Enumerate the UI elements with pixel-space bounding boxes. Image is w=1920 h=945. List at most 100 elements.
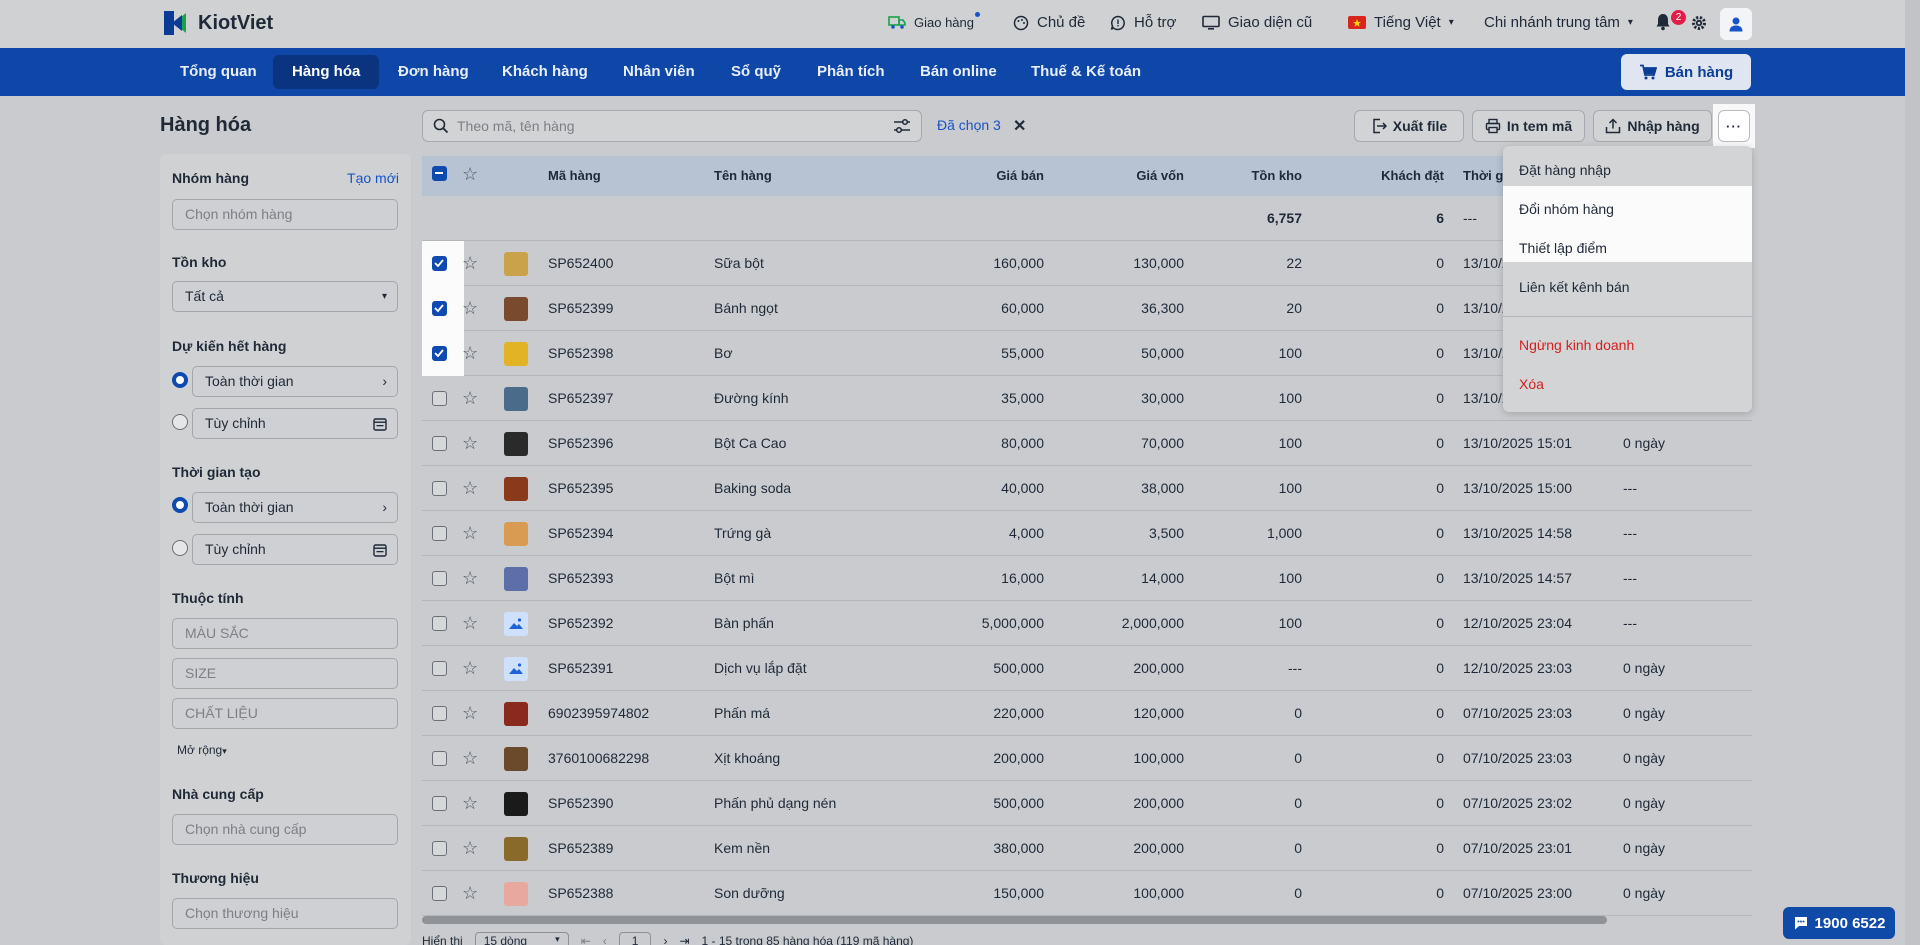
branch-select[interactable]: Chi nhánh trung tâm ▾ <box>1484 14 1633 31</box>
header-stock[interactable]: Tồn kho <box>1202 168 1302 183</box>
prev-page-icon[interactable]: ‹ <box>603 934 607 945</box>
nav-item-orders[interactable]: Đơn hàng <box>379 55 488 89</box>
select-all-checkbox[interactable] <box>432 166 447 181</box>
favorite-star-icon[interactable]: ☆ <box>462 253 478 273</box>
header-price[interactable]: Giá bán <box>944 168 1044 183</box>
row-checkbox[interactable] <box>432 391 447 406</box>
row-checkbox[interactable] <box>432 841 447 856</box>
created-all-radio[interactable] <box>172 497 188 513</box>
print-barcode-button[interactable]: In tem mã <box>1472 110 1585 142</box>
table-row[interactable]: ☆ SP652389 Kem nền 380,000 200,000 0 0 07/10/20… <box>422 826 1752 871</box>
sell-button[interactable]: Bán hàng <box>1621 54 1751 90</box>
expand-attributes-link[interactable]: Mở rộng▾ <box>177 743 227 757</box>
import-button[interactable]: Nhập hàng <box>1593 110 1712 142</box>
notification-button[interactable] <box>1655 13 1671 31</box>
horizontal-scrollbar[interactable] <box>422 916 1607 924</box>
filter-sliders-icon[interactable] <box>893 118 911 134</box>
clear-selection-icon[interactable]: ✕ <box>1013 116 1026 136</box>
delivery-link[interactable]: Giao hàng <box>888 12 980 30</box>
logo[interactable]: KiotViet <box>160 7 273 39</box>
menu-item-change-group[interactable]: Đổi nhóm hàng <box>1519 201 1614 217</box>
row-checkbox[interactable] <box>432 886 447 901</box>
selected-count[interactable]: Đã chọn 3 <box>937 117 1001 133</box>
row-checkbox[interactable] <box>432 256 447 271</box>
brand-select[interactable]: Chọn thương hiệu <box>172 898 398 929</box>
export-button[interactable]: Xuất file <box>1354 110 1464 142</box>
stock-select[interactable]: Tất cả ▾ <box>172 281 398 312</box>
menu-item-link-channel[interactable]: Liên kết kênh bán <box>1519 279 1630 295</box>
favorite-star-icon[interactable]: ☆ <box>462 613 478 633</box>
expected-all-radio[interactable] <box>172 372 188 388</box>
favorite-star-icon[interactable]: ☆ <box>462 298 478 318</box>
supplier-select[interactable]: Chọn nhà cung cấp <box>172 814 398 845</box>
table-row[interactable]: ☆ SP652390 Phấn phủ dạng nén 500,000 200,000… <box>422 781 1752 826</box>
table-row[interactable]: ☆ SP652394 Trứng gà 4,000 3,500 1,000 0 13/10/2… <box>422 511 1752 556</box>
row-checkbox[interactable] <box>432 301 447 316</box>
row-checkbox[interactable] <box>432 706 447 721</box>
favorite-star-icon[interactable]: ☆ <box>462 433 478 453</box>
menu-item-purchase-order[interactable]: Đặt hàng nhập <box>1519 162 1611 178</box>
nav-item-products[interactable]: Hàng hóa <box>273 55 380 89</box>
favorite-star-icon[interactable]: ☆ <box>462 703 478 723</box>
attr-material-input[interactable]: CHẤT LIỆU <box>172 698 398 729</box>
row-checkbox[interactable] <box>432 436 447 451</box>
group-select[interactable]: Chọn nhóm hàng <box>172 199 398 230</box>
favorite-star-icon[interactable]: ☆ <box>462 838 478 858</box>
theme-link[interactable]: Chủ đề <box>1013 14 1085 31</box>
page-size-select[interactable]: 15 dòng ▾ <box>474 932 569 945</box>
row-checkbox[interactable] <box>432 481 447 496</box>
row-checkbox[interactable] <box>432 751 447 766</box>
row-checkbox[interactable] <box>432 571 447 586</box>
table-row[interactable]: ☆ SP652396 Bột Ca Cao 80,000 70,000 100 0 13/10… <box>422 421 1752 466</box>
current-page-input[interactable]: 1 <box>618 932 652 945</box>
hotline-button[interactable]: 1900 6522 <box>1783 907 1895 939</box>
favorite-star-icon[interactable]: ☆ <box>462 568 478 588</box>
settings-button[interactable] <box>1691 15 1707 31</box>
created-custom-range[interactable]: Tùy chỉnh <box>192 534 398 565</box>
table-row[interactable]: ☆ SP652388 Son dưỡng 150,000 100,000 0 0 07/10/… <box>422 871 1752 916</box>
menu-item-stop-selling[interactable]: Ngừng kinh doanh <box>1519 337 1634 353</box>
nav-item-staff[interactable]: Nhân viên <box>604 55 714 89</box>
menu-item-set-points[interactable]: Thiết lập điểm <box>1519 240 1607 256</box>
header-cost[interactable]: Giá vốn <box>1084 168 1184 183</box>
next-page-icon[interactable]: › <box>663 934 667 945</box>
row-checkbox[interactable] <box>432 526 447 541</box>
first-page-icon[interactable]: ⇤ <box>581 934 591 945</box>
old-ui-link[interactable]: Giao diện cũ <box>1202 14 1312 31</box>
header-name[interactable]: Tên hàng <box>714 168 772 183</box>
favorite-star-icon[interactable]: ☆ <box>462 883 478 903</box>
favorite-star-icon[interactable]: ☆ <box>462 658 478 678</box>
page-scrollbar[interactable] <box>1905 0 1920 945</box>
table-row[interactable]: ☆ SP652391 Dịch vụ lắp đặt 500,000 200,000 --… <box>422 646 1752 691</box>
nav-item-analytics[interactable]: Phân tích <box>798 55 904 89</box>
expected-custom-radio[interactable] <box>172 414 188 430</box>
table-row[interactable]: ☆ 3760100682298 Xịt khoáng 200,000 100,000 0 0… <box>422 736 1752 781</box>
expected-custom-range[interactable]: Tùy chỉnh <box>192 408 398 439</box>
table-row[interactable]: ☆ SP652392 Bàn phấn 5,000,000 2,000,000 100 0 1… <box>422 601 1752 646</box>
favorite-star-icon[interactable]: ☆ <box>462 748 478 768</box>
product-search[interactable]: Theo mã, tên hàng <box>422 110 922 142</box>
favorite-star-icon[interactable]: ☆ <box>462 523 478 543</box>
favorite-star-icon[interactable]: ☆ <box>462 388 478 408</box>
support-link[interactable]: Hỗ trợ <box>1110 14 1176 31</box>
last-page-icon[interactable]: ⇥ <box>679 934 689 945</box>
row-checkbox[interactable] <box>432 661 447 676</box>
row-checkbox[interactable] <box>432 346 447 361</box>
header-created[interactable]: Thời gi <box>1463 168 1507 183</box>
nav-item-online-sales[interactable]: Bán online <box>901 55 1016 89</box>
table-row[interactable]: ☆ 6902395974802 Phấn má 220,000 120,000 0 0 07/… <box>422 691 1752 736</box>
star-header-icon[interactable]: ☆ <box>462 164 478 184</box>
header-code[interactable]: Mã hàng <box>548 168 601 183</box>
nav-item-cashbook[interactable]: Sổ quỹ <box>712 55 800 89</box>
favorite-star-icon[interactable]: ☆ <box>462 793 478 813</box>
row-checkbox[interactable] <box>432 616 447 631</box>
attr-size-input[interactable]: SIZE <box>172 658 398 689</box>
nav-item-tax-accounting[interactable]: Thuế & Kế toán <box>1012 55 1160 89</box>
table-row[interactable]: ☆ SP652395 Baking soda 40,000 38,000 100 0 13/1… <box>422 466 1752 511</box>
attr-color-input[interactable]: MÀU SẮC <box>172 618 398 649</box>
created-custom-radio[interactable] <box>172 540 188 556</box>
expected-all-range[interactable]: Toàn thời gian › <box>192 366 398 397</box>
menu-item-delete[interactable]: Xóa <box>1519 376 1544 392</box>
nav-item-overview[interactable]: Tổng quan <box>161 55 276 89</box>
language-select[interactable]: Tiếng Việt ▾ <box>1348 14 1454 31</box>
